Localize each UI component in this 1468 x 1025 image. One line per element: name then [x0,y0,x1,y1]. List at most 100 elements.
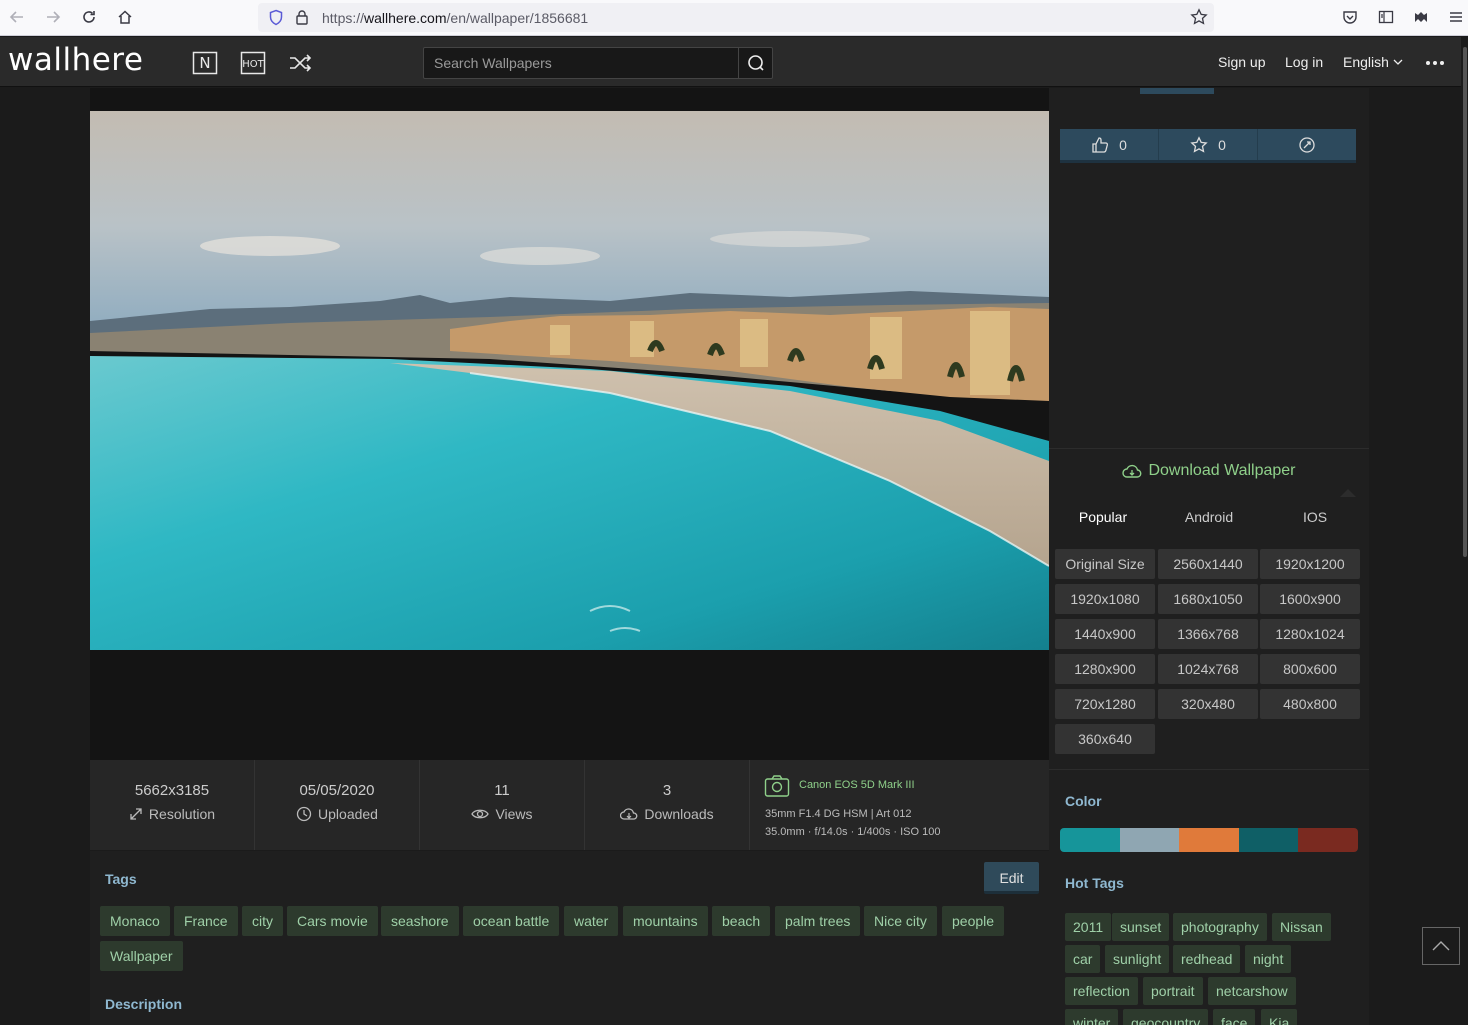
tag-france[interactable]: France [174,906,238,936]
page-scrollbar[interactable] [1461,37,1468,1025]
resolution-stat: 5662x3185 Resolution [90,760,255,850]
favorite-count: 0 [1218,136,1226,153]
bookmark-star-icon[interactable] [1190,8,1208,31]
hot-tag-redhead[interactable]: redhead [1173,945,1241,973]
shuffle-icon[interactable] [288,51,312,75]
color-palette [1060,828,1358,852]
lock-icon[interactable] [295,9,309,30]
downloads-value: 3 [662,782,672,799]
reload-icon[interactable] [77,6,101,28]
color-swatch[interactable] [1179,828,1239,852]
wallpaper-stats: 5662x3185 Resolution 05/05/2020 Uploaded… [90,760,1049,850]
hot-tag-2011[interactable]: 2011 [1065,913,1112,941]
color-swatch[interactable] [1060,828,1120,852]
size-480x800[interactable]: 480x800 [1260,689,1360,719]
new-wallpapers-icon[interactable]: N [192,51,218,75]
edit-tags-button[interactable]: Edit [984,862,1039,894]
favorite-button[interactable]: 0 [1159,129,1258,160]
tag-monaco[interactable]: Monaco [100,906,170,936]
hot-tag-portrait[interactable]: portrait [1143,977,1203,1005]
color-swatch[interactable] [1119,828,1180,852]
hot-tag-sunlight[interactable]: sunlight [1105,945,1170,973]
size-original[interactable]: Original Size [1055,549,1155,579]
pocket-icon[interactable] [1338,6,1362,28]
menu-icon[interactable] [1444,6,1468,28]
tab-popular[interactable]: Popular [1050,509,1156,525]
clock-icon [296,806,312,822]
address-bar[interactable]: https://wallhere.com/en/wallpaper/185668… [258,3,1214,32]
hot-wallpapers-icon[interactable]: HOT [240,51,266,75]
camera-icon [764,775,790,797]
url-scheme: https:// [322,10,365,26]
size-1024x768[interactable]: 1024x768 [1158,654,1258,684]
size-1440x900[interactable]: 1440x900 [1055,619,1155,649]
language-selector[interactable]: English [1343,54,1403,70]
tag-mountains[interactable]: mountains [623,906,708,936]
uploaded-label-row: Uploaded [255,806,419,822]
hot-tag-night[interactable]: night [1245,945,1292,973]
size-320x480[interactable]: 320x480 [1158,689,1258,719]
hot-tag-sunset[interactable]: sunset [1112,913,1170,941]
hot-tag-netcarshow[interactable]: netcarshow [1208,977,1296,1005]
tag-ocean-battle[interactable]: ocean battle [463,906,560,936]
log-in-link[interactable]: Log in [1285,54,1323,70]
sidebar-tab-indicator [1140,88,1214,94]
sign-up-link[interactable]: Sign up [1218,54,1265,70]
share-button[interactable] [1258,129,1356,160]
tag-people[interactable]: people [942,906,1005,936]
color-swatch[interactable] [1298,828,1358,852]
tag-water[interactable]: water [564,906,619,936]
tag-palm-trees[interactable]: palm trees [775,906,861,936]
tag-city[interactable]: city [242,906,283,936]
site-logo[interactable]: wallhere [8,42,143,78]
scrollbar-thumb[interactable] [1463,47,1467,557]
hot-tag-face[interactable]: face [1213,1009,1256,1025]
url-text[interactable]: https://wallhere.com/en/wallpaper/185668… [322,10,588,26]
size-1280x1024[interactable]: 1280x1024 [1260,619,1360,649]
size-2560x1440[interactable]: 2560x1440 [1158,549,1258,579]
size-1280x900[interactable]: 1280x900 [1055,654,1155,684]
size-1366x768[interactable]: 1366x768 [1158,619,1258,649]
size-720x1280[interactable]: 720x1280 [1055,689,1155,719]
shield-icon[interactable] [268,9,284,31]
tag-cars-movie[interactable]: Cars movie [287,906,378,936]
extension-icon[interactable] [1409,6,1433,28]
hot-tag-kia[interactable]: Kia [1261,1009,1298,1025]
tag-beach[interactable]: beach [712,906,771,936]
tab-android[interactable]: Android [1156,509,1262,525]
size-360x640[interactable]: 360x640 [1055,724,1155,754]
scroll-to-top-button[interactable] [1422,927,1460,965]
hot-tag-reflection[interactable]: reflection [1065,977,1138,1005]
hot-tag-car[interactable]: car [1065,945,1101,973]
search-icon[interactable] [738,48,772,78]
size-800x600[interactable]: 800x600 [1260,654,1360,684]
like-button[interactable]: 0 [1060,129,1159,160]
forward-icon[interactable] [41,6,65,28]
hot-tag-geocountry[interactable]: geocountry [1123,1009,1209,1025]
tag-nice-city[interactable]: Nice city [864,906,937,936]
hot-tag-nissan[interactable]: Nissan [1272,913,1331,941]
reader-view-icon[interactable] [1374,6,1398,28]
size-1920x1200[interactable]: 1920x1200 [1260,549,1360,579]
tag-wallpaper[interactable]: Wallpaper [100,941,183,971]
size-1600x900[interactable]: 1600x900 [1260,584,1360,614]
size-1920x1080[interactable]: 1920x1080 [1055,584,1155,614]
tags-section: Tags Edit Monaco France city Cars movie … [90,851,1049,1025]
url-host: wallhere.com [364,10,447,26]
tab-ios[interactable]: IOS [1262,509,1368,525]
color-swatch[interactable] [1238,828,1299,852]
tag-seashore[interactable]: seashore [381,906,459,936]
hot-tag-photography[interactable]: photography [1173,913,1267,941]
search-input[interactable] [424,48,738,78]
resolution-value: 5662x3185 [134,782,210,799]
download-title-label: Download Wallpaper [1148,462,1296,479]
download-wallpaper-title[interactable]: Download Wallpaper [1049,462,1369,480]
back-icon[interactable] [5,6,29,28]
size-1680x1050[interactable]: 1680x1050 [1158,584,1258,614]
svg-text:N: N [199,54,210,72]
home-icon[interactable] [113,6,137,28]
popular-tab-pointer [1340,489,1356,497]
more-options-icon[interactable] [1424,51,1446,75]
hot-tag-winter[interactable]: winter [1065,1009,1119,1025]
wallpaper-image[interactable] [90,111,1049,650]
